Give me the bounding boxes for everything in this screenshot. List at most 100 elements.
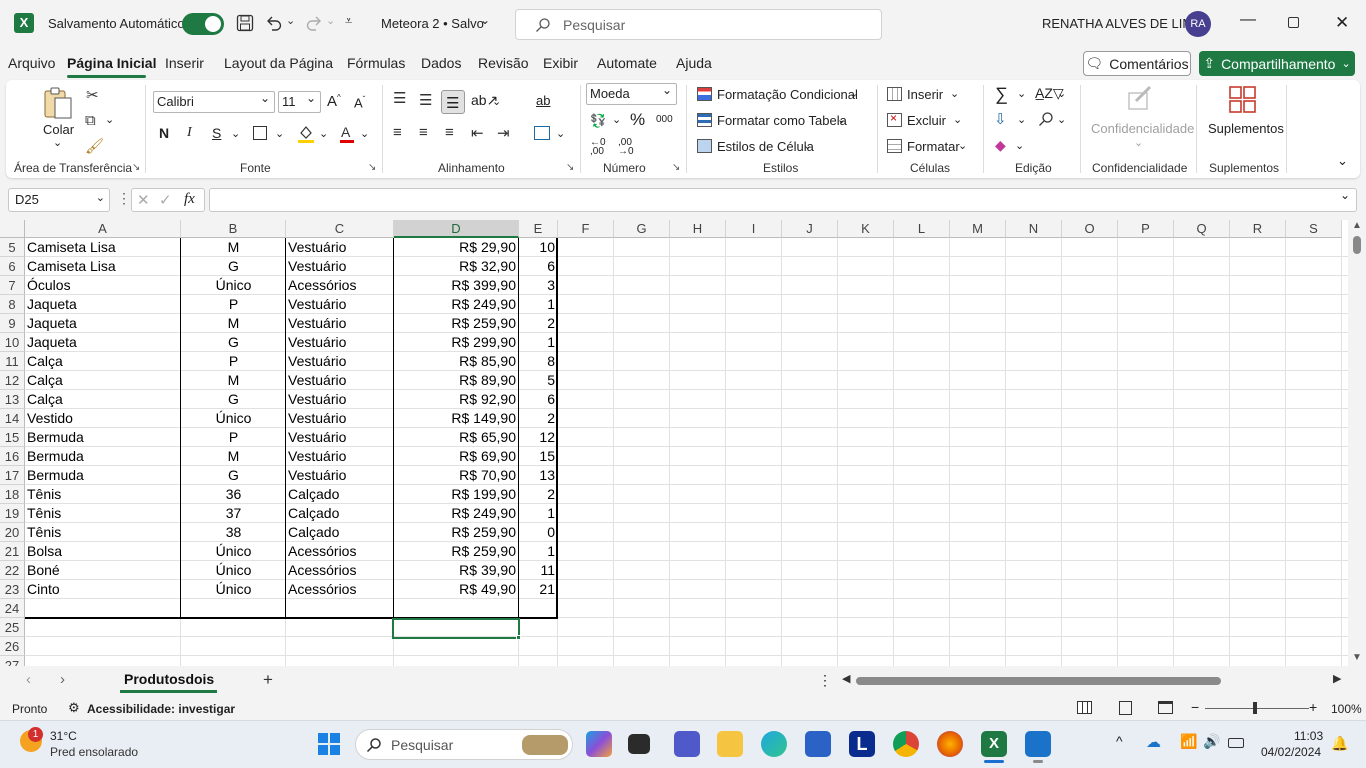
- zoom-in-icon[interactable]: +: [1309, 699, 1317, 715]
- row-header-13[interactable]: 13: [0, 390, 25, 409]
- horizontal-scroll-thumb[interactable]: [856, 677, 1221, 685]
- redo-dropdown-icon[interactable]: ⌄: [326, 14, 335, 27]
- add-ins-button[interactable]: Suplementos: [1208, 121, 1284, 136]
- merge-center-icon[interactable]: [534, 126, 550, 140]
- column-header-k[interactable]: K: [838, 220, 894, 238]
- bold-button[interactable]: N: [159, 125, 169, 141]
- column-header-o[interactable]: O: [1062, 220, 1118, 238]
- fill-handle[interactable]: [516, 635, 521, 640]
- undo-icon[interactable]: [265, 14, 283, 32]
- row-header-22[interactable]: 22: [0, 561, 25, 580]
- cancel-icon[interactable]: ✕: [137, 191, 150, 209]
- avatar[interactable]: RA: [1185, 11, 1211, 37]
- chevron-down-icon[interactable]: ⌄: [360, 127, 369, 140]
- column-header-i[interactable]: I: [726, 220, 782, 238]
- row-header-6[interactable]: 6: [0, 257, 25, 276]
- weather-temp[interactable]: 31°C: [50, 729, 77, 743]
- format-as-table-button[interactable]: Formatar como Tabela: [717, 113, 847, 128]
- file-title[interactable]: Meteora 2 • Salvo: [381, 16, 484, 31]
- underline-button[interactable]: S: [212, 125, 221, 141]
- row-header-9[interactable]: 9: [0, 314, 25, 333]
- menu-formulas[interactable]: Fórmulas: [347, 55, 405, 71]
- minimize-icon[interactable]: —: [1240, 11, 1256, 29]
- close-icon[interactable]: ✕: [1335, 13, 1349, 33]
- store-icon[interactable]: [805, 731, 831, 757]
- row-header-23[interactable]: 23: [0, 580, 25, 599]
- menu-exibir[interactable]: Exibir: [543, 55, 578, 71]
- chevron-down-icon[interactable]: ⌄: [1057, 87, 1066, 100]
- notifications-bell-icon[interactable]: 🔔: [1331, 735, 1348, 752]
- align-center-icon[interactable]: ≡: [419, 124, 428, 141]
- menu-layout-pagina[interactable]: Layout da Página: [224, 55, 333, 71]
- copy-icon[interactable]: ⧉: [85, 112, 96, 129]
- row-header-7[interactable]: 7: [0, 276, 25, 295]
- row-header-14[interactable]: 14: [0, 409, 25, 428]
- excel-taskbar-icon[interactable]: X: [981, 731, 1007, 757]
- decrease-font-icon[interactable]: Aˇ: [354, 95, 365, 110]
- name-box[interactable]: D25 ⌄: [8, 188, 110, 212]
- align-bottom-button[interactable]: ☰: [441, 90, 465, 114]
- firefox-icon[interactable]: [937, 731, 963, 757]
- volume-icon[interactable]: 🔊: [1203, 733, 1220, 750]
- insert-function-icon[interactable]: fx: [184, 191, 195, 208]
- share-button[interactable]: ⇪ Compartilhamento ⌄: [1199, 51, 1355, 76]
- chrome-icon[interactable]: [893, 731, 919, 757]
- scroll-down-icon[interactable]: ▼: [1352, 652, 1362, 663]
- paste-label[interactable]: Colar: [43, 122, 74, 137]
- comments-button[interactable]: 🗨 Comentários: [1083, 51, 1191, 76]
- insert-cells-icon[interactable]: [887, 87, 902, 101]
- add-ins-icon[interactable]: [1229, 86, 1257, 114]
- fill-icon[interactable]: ⇩: [994, 110, 1007, 128]
- increase-indent-icon[interactable]: ⇥: [497, 124, 510, 142]
- menu-ajuda[interactable]: Ajuda: [676, 55, 712, 71]
- chevron-down-icon[interactable]: ⌄: [953, 113, 962, 126]
- select-all-corner[interactable]: [0, 220, 25, 238]
- formula-input[interactable]: ⌄: [209, 188, 1357, 212]
- chevron-down-icon[interactable]: ⌄: [492, 95, 501, 108]
- chevron-up-icon[interactable]: ^: [1116, 733, 1123, 749]
- row-header-18[interactable]: 18: [0, 485, 25, 504]
- accessibility-icon[interactable]: ⚙: [68, 700, 80, 716]
- row-header-15[interactable]: 15: [0, 428, 25, 447]
- edge-icon[interactable]: [761, 731, 787, 757]
- font-family-select[interactable]: Calibri: [153, 88, 275, 113]
- column-header-p[interactable]: P: [1118, 220, 1174, 238]
- dialog-launcher-icon[interactable]: ↘: [566, 162, 574, 173]
- menu-dados[interactable]: Dados: [421, 55, 461, 71]
- redo-icon[interactable]: [305, 14, 323, 32]
- number-format-select[interactable]: Moeda: [586, 80, 677, 105]
- borders-icon[interactable]: [253, 126, 267, 140]
- zoom-level[interactable]: 100%: [1331, 702, 1362, 716]
- column-header-g[interactable]: G: [614, 220, 670, 238]
- ribbon-collapse-icon[interactable]: ⌄: [1337, 153, 1348, 169]
- row-header-11[interactable]: 11: [0, 352, 25, 371]
- scroll-up-icon[interactable]: ▲: [1352, 220, 1362, 231]
- decrease-decimal-icon[interactable]: ,00 →0: [618, 138, 634, 157]
- format-cells-icon[interactable]: [887, 139, 902, 153]
- copilot-icon[interactable]: [586, 731, 612, 757]
- column-header-b[interactable]: B: [181, 220, 286, 238]
- wrap-text-icon[interactable]: ab: [536, 93, 550, 108]
- page-layout-view-icon[interactable]: [1119, 701, 1132, 715]
- clock-date[interactable]: 04/02/2024: [1261, 745, 1321, 759]
- more-options-icon[interactable]: ⋮: [818, 672, 832, 689]
- zoom-out-icon[interactable]: −: [1191, 699, 1199, 715]
- undo-dropdown-icon[interactable]: ⌄: [286, 14, 295, 27]
- onedrive-icon[interactable]: ☁: [1146, 733, 1161, 751]
- format-as-table-icon[interactable]: [697, 113, 712, 127]
- row-header-27[interactable]: 27: [0, 656, 25, 666]
- row-header-10[interactable]: 10: [0, 333, 25, 352]
- zoom-slider-track[interactable]: [1205, 708, 1309, 709]
- accounting-format-icon[interactable]: 💱: [590, 113, 606, 129]
- row-header-5[interactable]: 5: [0, 238, 25, 257]
- decrease-indent-icon[interactable]: ⇤: [471, 124, 484, 142]
- restore-icon[interactable]: [1288, 17, 1299, 28]
- chevron-down-icon[interactable]: ⌄: [231, 127, 240, 140]
- font-color-icon[interactable]: A: [340, 124, 354, 144]
- menu-automate[interactable]: Automate: [597, 55, 657, 71]
- cut-icon[interactable]: ✂: [86, 86, 99, 104]
- align-middle-icon[interactable]: ☰: [419, 91, 432, 109]
- customize-qat-icon[interactable]: ⩡: [345, 13, 352, 29]
- row-header-12[interactable]: 12: [0, 371, 25, 390]
- align-top-icon[interactable]: ☰: [393, 89, 406, 107]
